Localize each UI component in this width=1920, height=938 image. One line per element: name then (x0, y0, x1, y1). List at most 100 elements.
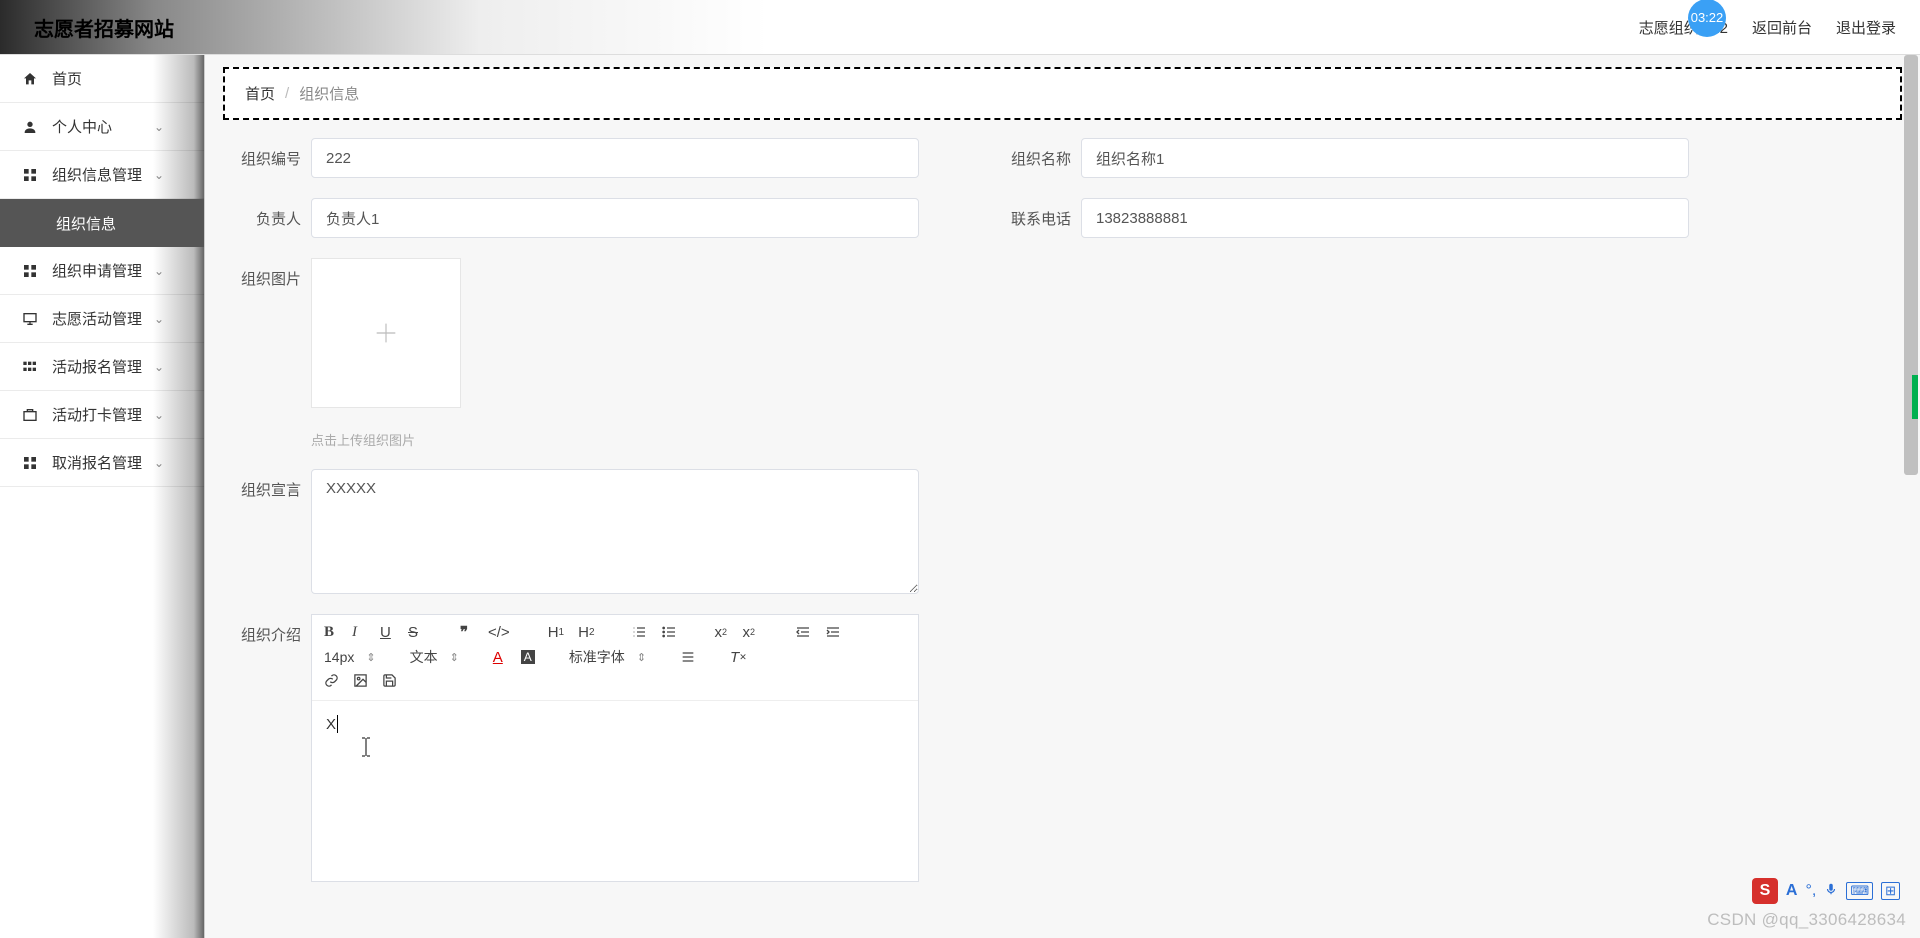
container: 首页 个人中心 ⌄ 组织信息管理 ⌄ 组织信息 组织申请管理 ⌄ 志愿活动管理 … (0, 55, 1920, 938)
font-size-select[interactable]: 14px (324, 649, 376, 665)
grid-icon (22, 167, 40, 183)
sidebar: 首页 个人中心 ⌄ 组织信息管理 ⌄ 组织信息 组织申请管理 ⌄ 志愿活动管理 … (0, 55, 205, 938)
h1-icon[interactable]: H1 (548, 624, 564, 641)
site-logo: 志愿者招募网站 (34, 13, 174, 42)
grid4-icon (22, 359, 40, 375)
header-bar: 志愿者招募网站 03:22 志愿组织 222 返回前台 退出登录 (0, 0, 1920, 55)
code-icon[interactable]: </> (488, 624, 510, 641)
chevron-down-icon: ⌄ (154, 120, 164, 134)
superscript-icon[interactable]: x2 (743, 624, 757, 641)
italic-icon[interactable]: I (352, 624, 366, 641)
org-name-label: 组织名称 (999, 138, 1071, 169)
sidebar-item-label: 组织申请管理 (52, 260, 142, 281)
editor-content[interactable]: X (312, 701, 918, 881)
sidebar-item-label: 组织信息管理 (52, 164, 142, 185)
monitor-icon (22, 311, 40, 327)
phone-label: 联系电话 (999, 198, 1071, 229)
h2-icon[interactable]: H2 (578, 624, 594, 641)
editor-text: X (326, 716, 336, 733)
outdent-icon[interactable] (795, 624, 811, 640)
sidebar-item-label: 个人中心 (52, 116, 112, 137)
org-id-label: 组织编号 (229, 138, 301, 169)
breadcrumb-home[interactable]: 首页 (245, 83, 275, 104)
save-icon[interactable] (382, 673, 397, 688)
breadcrumb: 首页 / 组织信息 (223, 67, 1902, 120)
sidebar-item-org-apply[interactable]: 组织申请管理 ⌄ (0, 247, 204, 295)
ordered-list-icon[interactable] (631, 624, 647, 640)
intro-label: 组织介绍 (229, 614, 301, 645)
image-label: 组织图片 (229, 258, 301, 289)
chevron-down-icon: ⌄ (154, 168, 164, 182)
phone-input[interactable] (1081, 198, 1689, 238)
subscript-icon[interactable]: x2 (715, 624, 729, 641)
watermark: CSDN @qq_3306428634 (1707, 910, 1906, 930)
logout-link[interactable]: 退出登录 (1836, 17, 1896, 38)
editor-toolbar: B I U S ❞ </> H1 H2 (312, 615, 918, 701)
upload-hint: 点击上传组织图片 (311, 430, 461, 449)
ime-letter-icon[interactable]: A (1786, 882, 1798, 900)
scrollbar-accent (1912, 375, 1918, 419)
org-id-input[interactable] (311, 138, 919, 178)
font-family-select[interactable]: 标准字体 (569, 647, 646, 667)
link-icon[interactable] (324, 673, 339, 688)
form-area: 组织编号 组织名称 负责人 联系电话 (229, 138, 1896, 902)
sidebar-item-activity[interactable]: 志愿活动管理 ⌄ (0, 295, 204, 343)
sidebar-item-label: 活动报名管理 (52, 356, 142, 377)
sidebar-item-personal[interactable]: 个人中心 ⌄ (0, 103, 204, 151)
person-icon (22, 119, 40, 135)
upload-image-box[interactable] (311, 258, 461, 408)
main-content: 首页 / 组织信息 组织编号 组织名称 负责人 (205, 55, 1920, 938)
grid-icon (22, 263, 40, 279)
text-cursor (337, 715, 338, 733)
sidebar-item-label: 活动打卡管理 (52, 404, 142, 425)
sidebar-item-label: 组织信息 (56, 213, 116, 234)
header-right: 03:22 志愿组织 222 返回前台 退出登录 (1639, 17, 1896, 38)
sidebar-item-home[interactable]: 首页 (0, 55, 204, 103)
unordered-list-icon[interactable] (661, 624, 677, 640)
font-color-icon[interactable]: A (493, 649, 507, 666)
align-icon[interactable] (680, 649, 696, 665)
slogan-textarea[interactable]: XXXXX (311, 469, 919, 594)
scrollbar-track[interactable] (1904, 55, 1918, 938)
ime-keyboard-icon[interactable]: ⌨ (1846, 882, 1873, 900)
ime-bar: S A °, ⌨ ⊞ (1752, 878, 1900, 904)
slogan-label: 组织宣言 (229, 469, 301, 500)
quote-icon[interactable]: ❞ (460, 623, 474, 641)
bold-icon[interactable]: B (324, 624, 338, 641)
sidebar-item-label: 首页 (52, 68, 82, 89)
time-badge: 03:22 (1688, 0, 1726, 37)
chevron-down-icon: ⌄ (154, 408, 164, 422)
sidebar-item-signup[interactable]: 活动报名管理 ⌄ (0, 343, 204, 391)
briefcase-icon (22, 407, 40, 423)
strikethrough-icon[interactable]: S (408, 624, 422, 641)
home-icon (22, 71, 40, 87)
chevron-down-icon: ⌄ (154, 312, 164, 326)
ime-mic-icon[interactable] (1824, 881, 1838, 902)
org-name-input[interactable] (1081, 138, 1689, 178)
clear-format-icon[interactable]: T✕ (730, 649, 747, 666)
chevron-down-icon: ⌄ (154, 456, 164, 470)
sogou-ime-icon[interactable]: S (1752, 878, 1778, 904)
bg-color-icon[interactable]: A (521, 650, 535, 664)
sidebar-item-org-info-mgmt[interactable]: 组织信息管理 ⌄ (0, 151, 204, 199)
breadcrumb-separator: / (285, 85, 289, 102)
ime-grid-icon[interactable]: ⊞ (1881, 882, 1900, 900)
sidebar-item-cancel[interactable]: 取消报名管理 ⌄ (0, 439, 204, 487)
sidebar-item-org-info[interactable]: 组织信息 (0, 199, 204, 247)
ime-punct-icon[interactable]: °, (1805, 882, 1816, 900)
chevron-down-icon: ⌄ (154, 360, 164, 374)
plus-icon (372, 319, 400, 347)
sidebar-item-label: 取消报名管理 (52, 452, 142, 473)
leader-label: 负责人 (229, 198, 301, 229)
underline-icon[interactable]: U (380, 624, 394, 641)
leader-input[interactable] (311, 198, 919, 238)
return-front-link[interactable]: 返回前台 (1752, 17, 1812, 38)
image-icon[interactable] (353, 673, 368, 688)
indent-icon[interactable] (825, 624, 841, 640)
rich-editor: B I U S ❞ </> H1 H2 (311, 614, 919, 882)
sidebar-item-checkin[interactable]: 活动打卡管理 ⌄ (0, 391, 204, 439)
breadcrumb-current: 组织信息 (299, 83, 359, 104)
text-type-select[interactable]: 文本 (410, 647, 459, 667)
ibeam-cursor-icon (360, 737, 372, 757)
chevron-down-icon: ⌄ (154, 264, 164, 278)
